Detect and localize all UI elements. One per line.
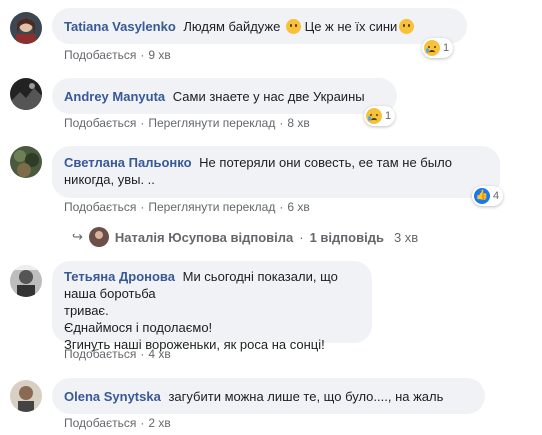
comment-bubble: Тетьяна Дронова Ми сьогодні показали, що… [52,261,372,352]
reaction-count: 1 [385,110,392,122]
comment-text: Не потеряли они совесть, ее там не было [199,155,453,170]
like-link[interactable]: Подобається [64,48,136,62]
avatar[interactable] [10,380,42,412]
like-link[interactable]: Подобається [64,116,136,130]
avatar[interactable] [10,12,42,44]
comment-actions: Подобається · Переглянути переклад · 8 хв [64,116,310,130]
comment-bubble: Olena Synytska загубити можна лише те, щ… [52,378,485,414]
comment-time[interactable]: 4 хв [148,347,170,361]
separator-dot: · [140,48,145,62]
comment-author[interactable]: Andrey Manyuta [64,89,165,104]
comment-time[interactable]: 9 хв [148,48,170,62]
like-reaction-icon: 👍 [474,188,490,204]
reaction-summary[interactable]: 1 [364,106,396,126]
reply-count[interactable]: 1 відповідь [310,230,384,245]
view-replies-link[interactable]: ↪ Наталія Юсупова відповіла · 1 відповід… [72,226,418,248]
sad-reaction-icon [366,108,382,124]
comment-text: загубити можна лише те, що було...., на … [168,389,444,404]
comment-actions: Подобається · 9 хв [64,48,171,62]
see-translation-link[interactable]: Переглянути переклад [148,200,275,214]
reply-time: 3 хв [393,229,419,245]
comment-actions: Подобається · 2 хв [64,416,171,430]
sad-face-emoji-icon [399,19,415,34]
face-emoji-icon [285,19,301,34]
reaction-summary[interactable]: 1 [422,38,454,58]
like-link[interactable]: Подобається [64,416,136,430]
reaction-summary[interactable]: 👍 4 [472,186,504,206]
avatar[interactable] [10,78,42,110]
comment-text: никогда, увы. .. [64,172,155,187]
comment-author[interactable]: Olena Synytska [64,389,161,404]
comment-text: Людям байдуже [183,19,284,34]
separator-dot: · [299,229,304,245]
reaction-count: 4 [493,190,500,202]
comment-author[interactable]: Светлана Пальонко [64,155,192,170]
separator-dot: · [279,116,284,130]
comment-text: Сами знаете у нас две Украины [172,89,365,104]
separator-dot: · [140,416,145,430]
comment-bubble: Andrey Manyuta Сами знаете у нас две Укр… [52,78,397,114]
comment-text: Єднаймося і подолаємо! [64,320,213,335]
comment-time[interactable]: 2 хв [148,416,170,430]
avatar [88,227,109,247]
comment-bubble: Светлана Пальонко Не потеряли они совест… [52,146,500,198]
comment-bubble: Tatiana Vasylenko Людям байдуже Це ж не … [52,8,467,44]
reply-author-label[interactable]: Наталія Юсупова відповіла [115,230,293,245]
reaction-count: 1 [443,42,450,54]
separator-dot: · [279,200,284,214]
avatar[interactable] [10,265,42,297]
comment-actions: Подобається · Переглянути переклад · 6 хв [64,200,310,214]
comment-author[interactable]: Тетьяна Дронова [64,269,175,284]
avatar[interactable] [10,146,42,178]
comment-text: триває. [64,303,109,318]
comment-time[interactable]: 6 хв [287,200,309,214]
comment-author[interactable]: Tatiana Vasylenko [64,19,176,34]
see-translation-link[interactable]: Переглянути переклад [148,116,275,130]
separator-dot: · [140,347,145,361]
separator-dot: · [140,116,145,130]
comment-time[interactable]: 8 хв [287,116,309,130]
like-link[interactable]: Подобається [64,347,136,361]
like-link[interactable]: Подобається [64,200,136,214]
separator-dot: · [140,200,145,214]
comment-actions: Подобається · 4 хв [64,347,171,361]
sad-reaction-icon [424,40,440,56]
reply-arrow-icon: ↪ [72,229,83,244]
comment-text: Це ж не їх сини [300,19,398,34]
